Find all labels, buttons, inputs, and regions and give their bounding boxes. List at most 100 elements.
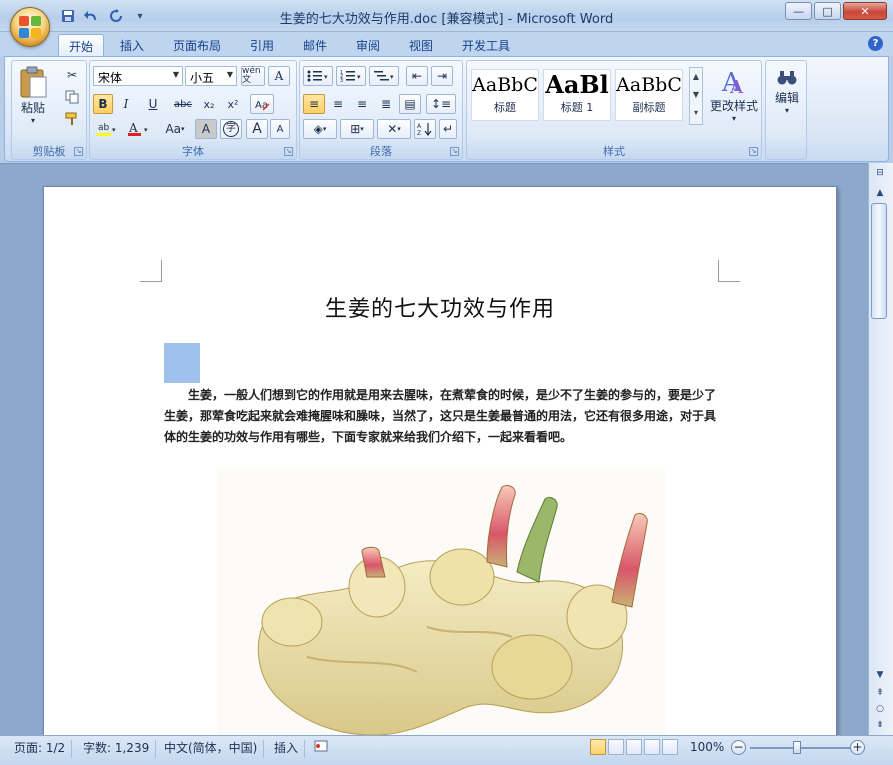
font-name-combo[interactable]: 宋体 ▼ bbox=[93, 66, 183, 86]
style-title[interactable]: AaBbC 标题 bbox=[471, 69, 539, 121]
minimize-button[interactable]: — bbox=[785, 2, 812, 20]
char-border-button[interactable]: A bbox=[268, 66, 290, 86]
strikethrough-button[interactable]: abc bbox=[170, 94, 196, 114]
styles-scroll[interactable]: ▲ ▼ ▾ bbox=[689, 67, 703, 125]
ginger-image bbox=[217, 467, 665, 735]
change-styles-button[interactable]: A A 更改样式 ▾ bbox=[707, 67, 761, 123]
chinese-layout-icon[interactable]: ✕ ▾ bbox=[377, 119, 411, 139]
svg-text:ab: ab bbox=[98, 123, 110, 133]
print-layout-view-icon[interactable] bbox=[590, 739, 606, 755]
clipboard-group: 粘贴 ▾ ✂ 剪贴板 ↘ bbox=[11, 60, 87, 160]
tab-page-layout[interactable]: 页面布局 bbox=[163, 34, 231, 56]
tab-developer[interactable]: 开发工具 bbox=[452, 34, 520, 56]
paragraph-launcher-icon[interactable]: ↘ bbox=[450, 147, 459, 156]
align-right-icon[interactable]: ≡ bbox=[351, 94, 373, 114]
tab-references[interactable]: 引用 bbox=[240, 34, 284, 56]
bullets-icon[interactable]: ▾ bbox=[303, 66, 333, 86]
bold-button[interactable]: B bbox=[93, 94, 113, 114]
margin-corner-top-right bbox=[718, 260, 740, 282]
line-spacing-icon[interactable]: ↕≡ bbox=[426, 94, 456, 114]
align-left-icon[interactable]: ≡ bbox=[303, 94, 325, 114]
margin-corner-top-left bbox=[140, 260, 162, 282]
status-bar: 页面: 1/2 字数: 1,239 中文(简体，中国) 插入 100% − + bbox=[0, 735, 893, 765]
full-screen-reading-view-icon[interactable] bbox=[608, 739, 624, 755]
document-title[interactable]: 生姜的七大功效与作用 bbox=[44, 291, 836, 323]
italic-button[interactable]: I bbox=[116, 94, 136, 114]
tab-home[interactable]: 开始 bbox=[58, 34, 105, 56]
previous-page-icon[interactable]: ⇞ bbox=[871, 685, 889, 701]
language-indicator[interactable]: 中文(简体，中国) bbox=[158, 740, 265, 758]
zoom-slider-knob[interactable] bbox=[793, 741, 801, 754]
editing-button[interactable]: 编辑 ▾ bbox=[770, 67, 804, 115]
office-button[interactable] bbox=[10, 7, 50, 47]
document-page[interactable]: 生姜的七大功效与作用 生姜，一般人们想到它的作用就是用来去腥味，在煮荤食的时候，… bbox=[43, 186, 837, 735]
justify-icon[interactable]: ≣ bbox=[375, 94, 397, 114]
increase-indent-icon[interactable]: ⇥ bbox=[431, 66, 453, 86]
draft-view-icon[interactable] bbox=[662, 739, 678, 755]
zoom-level[interactable]: 100% bbox=[690, 740, 724, 754]
phonetic-guide-button[interactable]: wén 文 bbox=[241, 66, 265, 86]
shading-icon[interactable]: ◈ ▾ bbox=[303, 119, 337, 139]
copy-icon[interactable] bbox=[62, 87, 82, 107]
ginger-photo[interactable] bbox=[217, 467, 665, 735]
svg-text:▾: ▾ bbox=[357, 73, 361, 81]
format-painter-icon[interactable] bbox=[62, 109, 82, 129]
cut-icon[interactable]: ✂ bbox=[62, 65, 82, 85]
web-layout-view-icon[interactable] bbox=[626, 739, 642, 755]
sort-icon[interactable]: AZ bbox=[414, 119, 436, 139]
svg-text:▾: ▾ bbox=[390, 73, 394, 81]
scroll-thumb[interactable] bbox=[871, 203, 887, 319]
enclose-char-button[interactable]: 字 bbox=[220, 119, 242, 139]
font-color-button[interactable]: A ▾ bbox=[124, 119, 154, 139]
enclose-char-label: 字 bbox=[223, 121, 239, 137]
select-browse-object-icon[interactable]: ○ bbox=[871, 701, 889, 717]
tab-insert[interactable]: 插入 bbox=[110, 34, 154, 56]
styles-launcher-icon[interactable]: ↘ bbox=[749, 147, 758, 156]
decrease-indent-icon[interactable]: ⇤ bbox=[406, 66, 428, 86]
scroll-up-icon[interactable]: ▲ bbox=[871, 185, 889, 201]
outline-view-icon[interactable] bbox=[644, 739, 660, 755]
align-center-icon[interactable]: ≡ bbox=[327, 94, 349, 114]
maximize-button[interactable]: □ bbox=[814, 2, 841, 20]
next-page-icon[interactable]: ⇟ bbox=[871, 717, 889, 733]
highlight-button[interactable]: ab ▾ bbox=[93, 119, 121, 139]
scroll-down-icon[interactable]: ▼ bbox=[871, 667, 889, 683]
char-shading-button[interactable]: A bbox=[195, 119, 217, 139]
document-workspace: 生姜的七大功效与作用 生姜，一般人们想到它的作用就是用来去腥味，在煮荤食的时候，… bbox=[0, 163, 868, 735]
font-launcher-icon[interactable]: ↘ bbox=[284, 147, 293, 156]
change-case-button[interactable]: Aa ▾ bbox=[158, 119, 192, 139]
vertical-scrollbar[interactable]: ⊟ ▲ ▼ ⇞ ○ ⇟ bbox=[868, 163, 893, 735]
tab-review[interactable]: 审阅 bbox=[346, 34, 390, 56]
svg-text:A: A bbox=[417, 123, 422, 130]
macro-record-icon[interactable] bbox=[308, 740, 334, 758]
paste-button[interactable]: 粘贴 ▾ bbox=[18, 65, 48, 125]
borders-icon[interactable]: ⊞ ▾ bbox=[340, 119, 374, 139]
clear-formatting-icon[interactable]: Aa bbox=[250, 94, 274, 114]
numbering-icon[interactable]: 1 2 3 ▾ bbox=[336, 66, 366, 86]
shrink-font-button[interactable]: A bbox=[270, 119, 290, 139]
font-group-label: 字体 bbox=[182, 145, 204, 158]
superscript-button[interactable]: x² bbox=[222, 94, 244, 114]
clipboard-launcher-icon[interactable]: ↘ bbox=[74, 147, 83, 156]
subscript-button[interactable]: x₂ bbox=[198, 94, 220, 114]
ruler-toggle-icon[interactable]: ⊟ bbox=[871, 165, 889, 181]
multilevel-list-icon[interactable]: ▾ bbox=[369, 66, 399, 86]
zoom-in-button[interactable]: + bbox=[850, 740, 865, 755]
word-count[interactable]: 字数: 1,239 bbox=[77, 740, 157, 758]
style-heading1[interactable]: AaBl 标题 1 bbox=[543, 69, 611, 121]
grow-font-button[interactable]: A bbox=[246, 119, 268, 139]
underline-button[interactable]: U bbox=[139, 94, 167, 114]
insert-mode[interactable]: 插入 bbox=[268, 740, 306, 758]
help-icon[interactable]: ? bbox=[868, 36, 883, 51]
svg-text:Z: Z bbox=[417, 130, 421, 136]
font-size-combo[interactable]: 小五 ▼ bbox=[185, 66, 237, 86]
page-count[interactable]: 页面: 1/2 bbox=[8, 740, 73, 758]
distributed-icon[interactable]: ▤ bbox=[399, 94, 421, 114]
style-subtitle[interactable]: AaBbC 副标题 bbox=[615, 69, 683, 121]
zoom-out-button[interactable]: − bbox=[731, 740, 746, 755]
document-paragraph[interactable]: 生姜，一般人们想到它的作用就是用来去腥味，在煮荤食的时候，是少不了生姜的参与的，… bbox=[164, 385, 720, 448]
show-marks-icon[interactable]: ↵ bbox=[439, 119, 457, 139]
close-button[interactable]: ✕ bbox=[843, 2, 887, 20]
tab-mailings[interactable]: 邮件 bbox=[293, 34, 337, 56]
tab-view[interactable]: 视图 bbox=[399, 34, 443, 56]
